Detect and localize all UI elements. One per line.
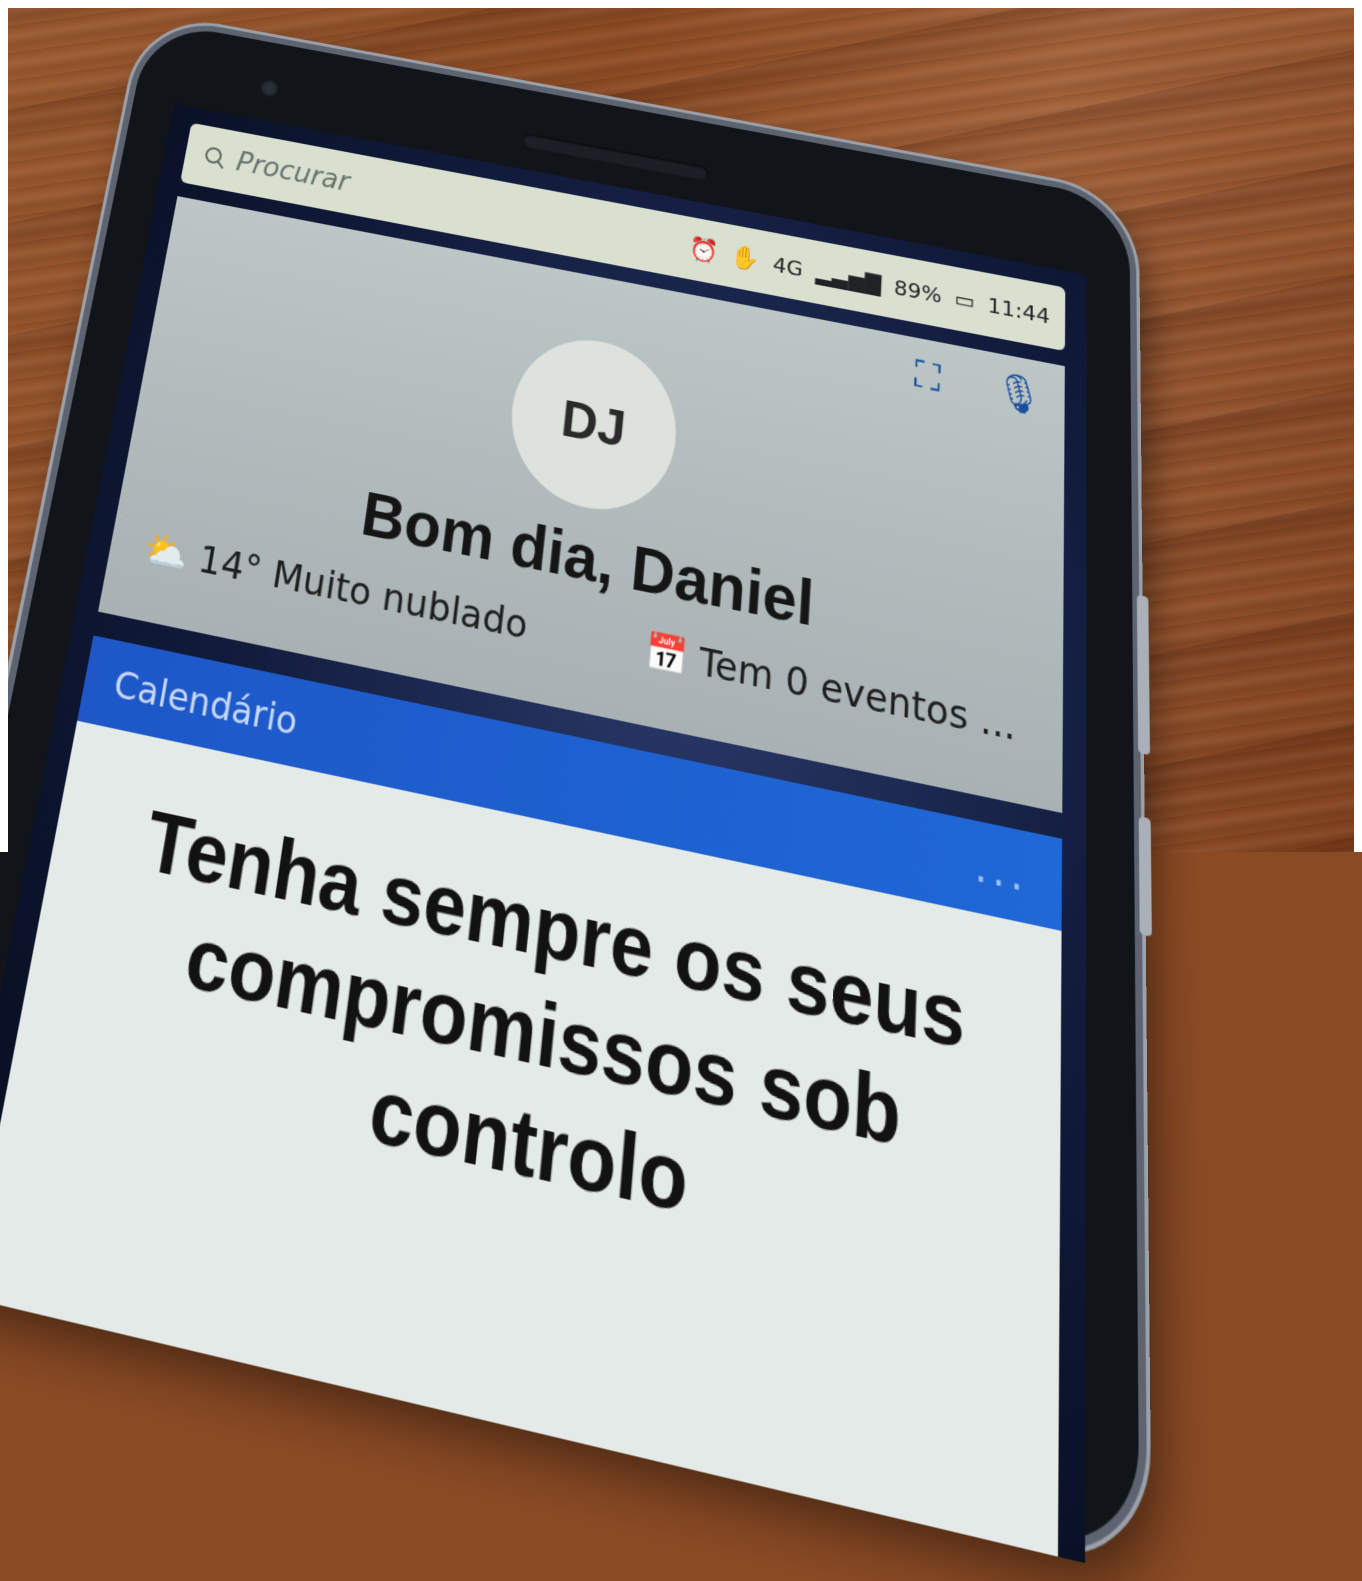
header-actions: ⛶ 🎙 [914,353,1043,421]
more-options-button[interactable]: ... [974,840,1028,904]
hand-icon: ✋ [730,243,761,274]
alarm-icon: ⏰ [689,235,720,266]
power-button [1139,816,1152,937]
phone-screen: Procurar ⏰ ✋ 4G ▂▃▅▇ 89% ▭ 11:44 ⛶ 🎙 DJ [0,103,1087,1563]
scan-icon[interactable]: ⛶ [914,353,941,401]
calendar-card-title: Calendário [111,663,301,745]
battery-percent: 89% [893,274,942,308]
volume-button [1137,595,1150,756]
phone-body: Procurar ⏰ ✋ 4G ▂▃▅▇ 89% ▭ 11:44 ⛶ 🎙 DJ [0,20,1139,1559]
front-camera [259,78,280,99]
network-label: 4G [772,251,804,282]
partly-cloudy-icon: ⛅ [140,525,192,578]
avatar[interactable]: DJ [503,326,682,524]
signal-icon: ▂▃▅▇ [815,259,882,296]
search-icon [202,145,228,171]
battery-icon: ▭ [954,286,975,315]
microphone-icon[interactable]: 🎙 [995,368,1043,421]
clock: 11:44 [987,292,1050,329]
calendar-icon: 📅 [643,629,689,680]
